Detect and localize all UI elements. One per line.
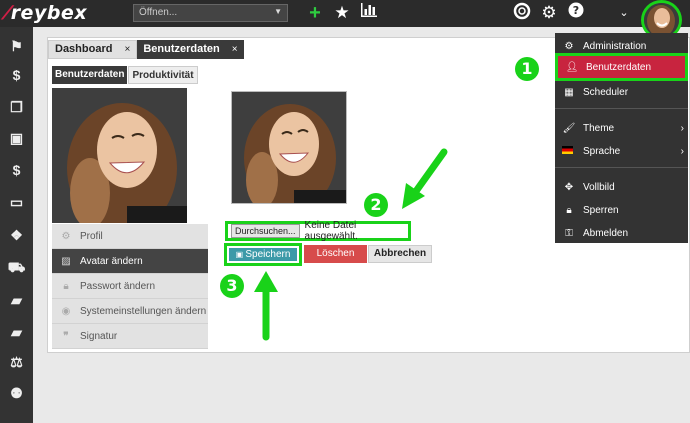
image-icon: ▨: [61, 255, 71, 267]
logo[interactable]: ⁄ reybex: [6, 2, 87, 24]
profile-photo: [52, 88, 187, 223]
dropdown-item-theme[interactable]: 🖌︎ Theme ›: [555, 118, 688, 138]
subtab-benutzerdaten[interactable]: Benutzerdaten: [52, 66, 128, 84]
bar-chart-icon[interactable]: [359, 2, 379, 24]
dropdown-item-label: Abmelden: [583, 227, 629, 239]
dropdown-item-label: Sperren: [583, 204, 619, 216]
chevron-down-icon: ▼: [274, 7, 282, 16]
logo-text: reybex: [10, 2, 88, 24]
tab-benutzerdaten[interactable]: Benutzerdaten ×: [137, 40, 244, 59]
save-button-label: Speichern: [245, 249, 291, 260]
lifebuoy-icon[interactable]: [512, 2, 532, 26]
book-icon[interactable]: ▰: [0, 322, 33, 342]
plus-icon[interactable]: +: [305, 2, 325, 24]
sub-tabs: Benutzerdaten Produktivität: [52, 66, 198, 84]
key-icon: ⚿: [565, 227, 573, 239]
save-button[interactable]: ▣ Speichern: [229, 248, 297, 261]
user-icon: 👤︎: [565, 61, 579, 73]
money-icon[interactable]: ▭: [0, 192, 33, 212]
dropdown-item-abmelden[interactable]: ⚿ Abmelden: [555, 223, 688, 243]
lock-icon: 🔒︎: [63, 280, 69, 292]
cart-icon[interactable]: ⛟: [0, 257, 33, 277]
browse-button[interactable]: Durchsuchen...: [231, 224, 300, 238]
save-button-highlight: ▣ Speichern: [224, 243, 302, 266]
dropdown-item-benutzerdaten[interactable]: 👤︎ Benutzerdaten: [555, 53, 688, 81]
delete-button[interactable]: Löschen: [304, 245, 367, 263]
menu-item-label: Systemeinstellungen ändern: [80, 305, 207, 317]
chevron-right-icon: ›: [680, 122, 684, 134]
flag-icon[interactable]: ⚑: [0, 36, 33, 56]
gear-icon: ⚙: [564, 40, 574, 52]
dropdown-item-label: Administration: [583, 40, 647, 52]
close-icon[interactable]: ×: [232, 40, 238, 59]
shopping-bag-icon[interactable]: ▣: [0, 128, 33, 148]
copy-icon[interactable]: ❐: [0, 97, 33, 117]
calendar-icon: ▦: [564, 86, 574, 98]
user-plus-icon[interactable]: ⚉: [0, 383, 33, 403]
star-icon[interactable]: ★: [332, 2, 352, 24]
profile-menu: ⚙ Profil ▨ Avatar ändern 🔒︎ Passwort änd…: [52, 224, 208, 349]
dropdown-item-label: Benutzerdaten: [586, 61, 652, 73]
tab-dashboard[interactable]: Dashboard ×: [48, 40, 138, 59]
subtab-produktivitaet[interactable]: Produktivität: [128, 66, 198, 84]
menu-item-avatar-aendern[interactable]: ▨ Avatar ändern: [52, 249, 208, 274]
logo-mark-icon: ⁄: [6, 2, 10, 24]
menu-item-label: Profil: [80, 230, 103, 242]
dropdown-item-sprache[interactable]: Sprache ›: [555, 141, 688, 161]
annotation-badge-3: 3: [220, 274, 244, 298]
dropdown-item-vollbild[interactable]: ✥ Vollbild: [555, 177, 688, 197]
dropdown-item-label: Sprache: [583, 145, 621, 157]
user-dropdown-menu: ⚙ Administration 👤︎ Benutzerdaten ▦ Sche…: [555, 33, 688, 243]
menu-item-label: Avatar ändern: [80, 255, 143, 267]
chevron-right-icon: ›: [680, 145, 684, 157]
menu-item-passwort-aendern[interactable]: 🔒︎ Passwort ändern: [52, 274, 208, 299]
cancel-button[interactable]: Abbrechen: [368, 245, 432, 263]
close-icon[interactable]: ×: [124, 40, 130, 59]
tab-benutzerdaten-label: Benutzerdaten: [143, 43, 220, 55]
tab-bar: Dashboard × Benutzerdaten ×: [48, 40, 244, 59]
eye-icon: ◉: [61, 305, 71, 317]
menu-item-profil[interactable]: ⚙ Profil: [52, 224, 208, 249]
cogs-icon[interactable]: ⚙: [539, 2, 559, 24]
balance-scale-icon[interactable]: ⚖: [0, 352, 33, 372]
arrows-icon: ✥: [564, 181, 574, 193]
annotation-badge-1: 1: [515, 57, 539, 81]
dropdown-item-sperren[interactable]: 🔒︎ Sperren: [555, 200, 688, 220]
quote-icon: ❞: [63, 330, 69, 342]
lock-icon: 🔒︎: [566, 204, 572, 216]
main-sidebar: ⚑ $ ❐ ▣ $ ▭ ❖ ⛟ ▰ ▰ ⚖ ⚉ ▰: [0, 27, 33, 423]
menu-item-label: Passwort ändern: [80, 280, 156, 292]
top-bar: ⁄ reybex Öffnen... ▼ + ★ ⚙ ? ⌄: [0, 0, 690, 27]
gear-icon: ⚙: [61, 230, 71, 242]
file-upload[interactable]: Durchsuchen... Keine Datei ausgewählt.: [225, 220, 411, 242]
svg-text:?: ?: [573, 4, 579, 17]
save-icon: ▣: [235, 250, 246, 259]
dropdown-divider: [555, 108, 688, 109]
dollar-icon[interactable]: $: [0, 160, 33, 180]
caret-down-icon[interactable]: ⌄: [614, 2, 634, 24]
tab-dashboard-label: Dashboard: [55, 43, 113, 55]
book-icon[interactable]: ▰: [0, 290, 33, 310]
open-select[interactable]: Öffnen... ▼: [133, 4, 288, 22]
avatar-preview: [231, 91, 347, 204]
menu-item-systemeinstellungen[interactable]: ◉ Systemeinstellungen ändern: [52, 299, 208, 324]
dropdown-item-label: Vollbild: [583, 181, 615, 193]
no-file-label: Keine Datei ausgewählt.: [304, 220, 358, 242]
book-icon[interactable]: ▰: [0, 415, 33, 423]
question-circle-icon[interactable]: ?: [566, 2, 586, 24]
flag-de-icon: [555, 145, 583, 157]
annotation-badge-2: 2: [364, 193, 388, 217]
dropdown-item-label: Theme: [583, 122, 615, 134]
dropdown-item-scheduler[interactable]: ▦ Scheduler: [555, 82, 688, 102]
menu-item-label: Signatur: [80, 330, 118, 342]
cubes-icon[interactable]: ❖: [0, 225, 33, 245]
dropdown-divider: [555, 167, 688, 168]
menu-item-signatur[interactable]: ❞ Signatur: [52, 324, 208, 349]
dropdown-item-label: Scheduler: [583, 86, 629, 98]
paintbrush-icon: 🖌︎: [562, 122, 576, 134]
open-select-value: Öffnen...: [139, 7, 178, 18]
dollar-icon[interactable]: $: [0, 65, 33, 85]
